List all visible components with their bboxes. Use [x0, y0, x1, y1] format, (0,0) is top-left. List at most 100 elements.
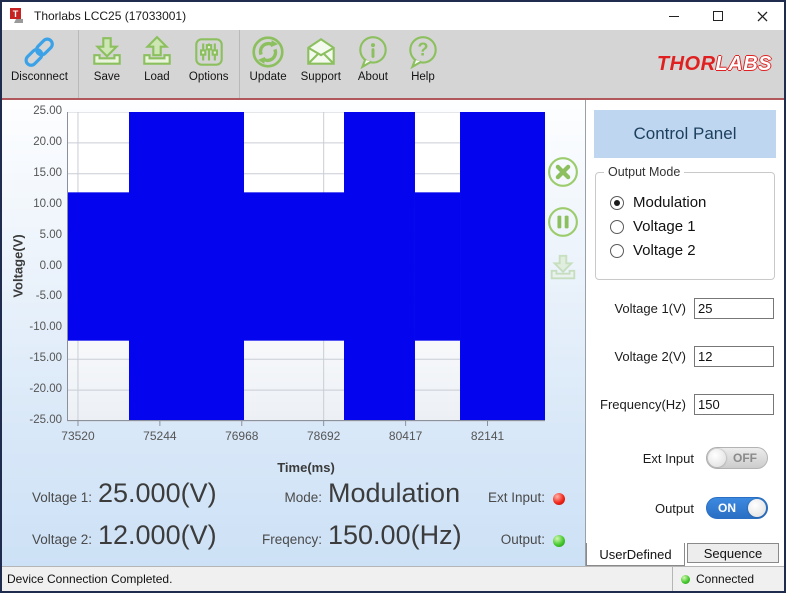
mode-readout-value: Modulation [328, 478, 486, 509]
thorlabs-logo: THORLABS [657, 53, 772, 76]
voltage1-input[interactable] [694, 298, 774, 319]
readout-panel: Voltage 1: 25.000(V) Mode: Modulation Ex… [2, 470, 585, 566]
readout-row: Voltage 1: 25.000(V) Mode: Modulation Ex… [2, 478, 585, 520]
ext-input-readout-label: Ext Input: [486, 490, 545, 505]
about-button[interactable]: About [348, 30, 398, 98]
ext-input-toggle-row: Ext Input OFF [586, 447, 784, 469]
y-tick-label: -5.00 [20, 290, 62, 302]
window-title: Thorlabs LCC25 (17033001) [34, 9, 652, 23]
load-button[interactable]: Load [132, 30, 182, 98]
options-button[interactable]: Options [182, 30, 236, 98]
help-button[interactable]: ? Help [398, 30, 448, 98]
pause-button[interactable] [547, 206, 579, 238]
toggle-knob [748, 499, 766, 517]
frequency-field-label: Frequency(Hz) [586, 397, 686, 412]
ext-input-toggle[interactable]: OFF [706, 447, 768, 469]
readout-row: Voltage 2: 12.000(V) Freqency: 150.00(Hz… [2, 520, 585, 562]
disconnect-button[interactable]: Disconnect [4, 30, 75, 98]
toolbar-label: Support [301, 71, 341, 83]
x-tick-label: 73520 [61, 429, 94, 443]
x-tick-label: 82141 [471, 429, 504, 443]
radio-indicator [610, 220, 624, 234]
output-toggle[interactable]: ON [706, 497, 768, 519]
radio-label: Voltage 1 [633, 218, 696, 235]
ext-input-led [553, 493, 565, 505]
plot-action-buttons [543, 156, 583, 284]
close-icon [757, 11, 768, 22]
tab-sequence[interactable]: Sequence [687, 543, 779, 563]
logo-thor: THOR [657, 53, 716, 75]
voltage2-readout-value: 12.000(V) [98, 520, 250, 551]
voltage2-input[interactable] [694, 346, 774, 367]
frequency-field-row: Frequency(Hz) [586, 394, 784, 415]
x-tick-label: 76968 [225, 429, 258, 443]
voltage1-readout-value: 25.000(V) [98, 478, 250, 509]
toolbar-label: Help [411, 71, 435, 83]
support-button[interactable]: Support [294, 30, 348, 98]
control-panel: Control Panel Output Mode Modulation Vol… [585, 100, 784, 566]
frequency-readout-label: Freqency: [250, 532, 322, 547]
main-area: Voltage(V) Time(ms) 25.0020.0015.0010.00… [2, 100, 784, 566]
connection-status: Connected [672, 567, 784, 591]
voltage1-field-row: Voltage 1(V) [586, 298, 784, 319]
update-button[interactable]: Update [243, 30, 294, 98]
frequency-input[interactable] [694, 394, 774, 415]
output-led [553, 535, 565, 547]
load-icon [139, 34, 175, 70]
maximize-button[interactable] [696, 2, 740, 30]
y-tick-label: 0.00 [20, 260, 62, 272]
control-panel-title: Control Panel [594, 110, 776, 158]
y-tick-label: -20.00 [20, 383, 62, 395]
radio-label: Modulation [633, 194, 706, 211]
y-tick-label: 5.00 [20, 229, 62, 241]
x-tick-label: 80417 [389, 429, 422, 443]
voltage2-field-label: Voltage 2(V) [586, 349, 686, 364]
frequency-readout-value: 150.00(Hz) [328, 520, 486, 551]
save-button[interactable]: Save [82, 30, 132, 98]
output-mode-legend: Output Mode [604, 165, 684, 179]
toolbar-label: About [358, 71, 388, 83]
toolbar-label: Load [144, 71, 170, 83]
toolbar-label: Options [189, 71, 229, 83]
output-toggle-label: Output [586, 501, 694, 516]
save-icon [89, 34, 125, 70]
radio-voltage1[interactable]: Voltage 1 [610, 218, 766, 235]
radio-indicator [610, 244, 624, 258]
output-toggle-row: Output ON [586, 497, 784, 519]
radio-voltage2[interactable]: Voltage 2 [610, 242, 766, 259]
y-tick-label: -25.00 [20, 414, 62, 426]
toggle-knob [708, 449, 726, 467]
output-mode-groupbox: Output Mode Modulation Voltage 1 Voltage… [595, 172, 775, 280]
toolbar-label: Disconnect [11, 71, 68, 83]
connection-label: Connected [696, 572, 754, 586]
options-icon [191, 34, 227, 70]
toolbar: Disconnect Save Load [2, 30, 784, 100]
tab-userdefined[interactable]: UserDefined [586, 543, 685, 566]
minimize-icon [669, 16, 679, 17]
y-tick-label: 25.00 [20, 105, 62, 117]
toolbar-separator [78, 30, 79, 98]
toggle-state-text: OFF [733, 451, 757, 465]
stop-button[interactable] [547, 156, 579, 188]
connection-led [681, 575, 690, 584]
y-tick-label: -10.00 [20, 321, 62, 333]
support-icon [303, 34, 339, 70]
y-tick-label: 10.00 [20, 198, 62, 210]
close-button[interactable] [740, 2, 784, 30]
minimize-button[interactable] [652, 2, 696, 30]
save-data-button[interactable] [547, 252, 579, 284]
x-tick-label: 78692 [307, 429, 340, 443]
voltage2-readout-label: Voltage 2: [24, 532, 92, 547]
status-bar: Device Connection Completed. Connected [2, 566, 784, 591]
left-panel: Voltage(V) Time(ms) 25.0020.0015.0010.00… [2, 100, 585, 566]
svg-text:T: T [13, 9, 19, 19]
toolbar-label: Update [250, 71, 287, 83]
update-icon [250, 34, 286, 70]
voltage2-field-row: Voltage 2(V) [586, 346, 784, 367]
mode-readout-label: Mode: [250, 490, 322, 505]
radio-modulation[interactable]: Modulation [610, 194, 766, 211]
disconnect-icon [21, 34, 57, 70]
y-tick-label: -15.00 [20, 352, 62, 364]
title-bar: T Thorlabs LCC25 (17033001) [2, 2, 784, 30]
control-panel-tabs: UserDefined Sequence [586, 543, 779, 566]
